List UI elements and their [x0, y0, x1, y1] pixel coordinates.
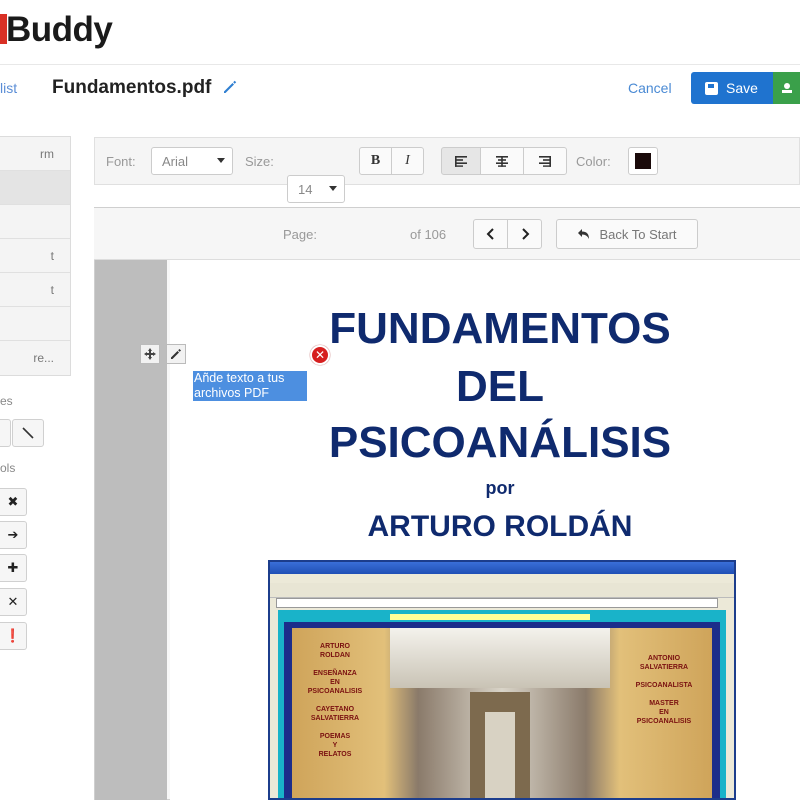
sidebar-item-7[interactable]: re... — [0, 341, 70, 375]
color-swatch — [635, 153, 651, 169]
pencil-icon — [171, 349, 181, 359]
help-icon: ❗ — [4, 628, 22, 643]
align-center-button[interactable] — [480, 147, 524, 175]
sidebar-item-6[interactable] — [0, 307, 70, 341]
sidebar-section-label-1: es — [0, 394, 13, 408]
chevron-right-icon — [521, 228, 529, 240]
sidebar-item-3[interactable] — [0, 205, 70, 239]
size-label: Size: — [245, 154, 274, 169]
image-right-sign: ANTONIO SALVATIERRA PSICOANALISTA MASTER… — [635, 655, 693, 725]
font-select[interactable]: Arial — [151, 147, 233, 175]
save-icon — [705, 81, 718, 95]
remove-tool-button[interactable]: ✕ — [0, 588, 27, 616]
doc-title-line-3: PSICOANÁLISIS — [328, 418, 672, 467]
logo: Buddy — [6, 10, 113, 49]
tool-button-left[interactable] — [0, 419, 11, 447]
image-site-banner — [390, 614, 590, 620]
page-label: Page: — [283, 227, 317, 242]
doc-embedded-image: ARTURO ROLDAN ENSEÑANZA EN PSICOANALISIS… — [268, 560, 736, 800]
move-icon: ✚ — [7, 560, 19, 575]
download-button[interactable] — [773, 72, 800, 104]
download-icon — [781, 83, 792, 93]
header-divider — [0, 64, 800, 65]
align-right-button[interactable] — [523, 147, 567, 175]
move-icon — [144, 348, 156, 360]
doc-title-line-1: FUNDAMENTOS — [329, 304, 671, 353]
doc-author: ARTURO ROLDÁN — [367, 510, 633, 543]
undo-arrow-icon — [578, 229, 590, 239]
rename-pencil-icon[interactable] — [222, 79, 238, 95]
chevron-down-icon — [217, 158, 225, 163]
italic-button[interactable]: I — [391, 147, 424, 175]
move-annotation-handle[interactable] — [140, 344, 160, 364]
next-page-button[interactable] — [507, 219, 542, 249]
prev-page-button[interactable] — [473, 219, 508, 249]
align-right-icon — [539, 156, 551, 167]
doc-por: por — [485, 478, 515, 498]
bold-button[interactable]: B — [359, 147, 392, 175]
doc-title-line-2: DEL — [456, 362, 544, 411]
image-window-menu — [270, 574, 734, 583]
align-left-button[interactable] — [441, 147, 481, 175]
save-label: Save — [726, 80, 758, 96]
edit-annotation-handle[interactable] — [166, 344, 186, 364]
page-gutter — [95, 260, 167, 800]
back-to-start-button[interactable]: Back To Start — [556, 219, 698, 249]
delete-icon: ✖ — [7, 494, 19, 509]
close-annotation-icon[interactable]: ✕ — [310, 345, 330, 365]
align-left-icon — [455, 156, 467, 167]
line-tool-icon — [22, 427, 34, 439]
file-title: Fundamentos.pdf — [52, 77, 212, 98]
sidebar-item-5[interactable]: t — [0, 273, 70, 307]
image-window-address — [276, 598, 718, 608]
help-tool-button[interactable]: ❗ — [0, 622, 27, 650]
color-label: Color: — [576, 154, 611, 169]
image-window-toolbar — [270, 583, 734, 598]
size-select[interactable]: 14 — [287, 175, 345, 203]
back-to-list-link[interactable]: list — [0, 80, 17, 96]
page-count: of 106 — [410, 227, 447, 242]
text-annotation[interactable]: Añde texto a tus archivos PDF — [193, 371, 307, 401]
next-tool-button[interactable]: ➔ — [0, 521, 27, 549]
remove-icon: ✕ — [7, 594, 19, 609]
sidebar-item-2[interactable] — [0, 171, 70, 205]
sidebar-item-4[interactable]: t — [0, 239, 70, 273]
cancel-link[interactable]: Cancel — [628, 80, 672, 96]
move-tool-button[interactable]: ✚ — [0, 554, 27, 582]
sidebar-menu: rm t t re... — [0, 136, 71, 376]
sidebar-item-1[interactable]: rm — [0, 137, 70, 171]
arrow-right-icon: ➔ — [7, 527, 19, 542]
line-tool-button[interactable] — [12, 419, 44, 447]
delete-tool-button[interactable]: ✖ — [0, 488, 27, 516]
chevron-down-icon — [329, 186, 337, 191]
image-hallway-ceiling — [390, 628, 610, 688]
chevron-left-icon — [486, 228, 494, 240]
align-center-icon — [496, 156, 508, 167]
image-window-titlebar — [270, 562, 734, 574]
image-left-sign: ARTURO ROLDAN ENSEÑANZA EN PSICOANALISIS… — [307, 643, 363, 758]
sidebar-section-label-2: ols — [0, 461, 16, 475]
save-button[interactable]: Save — [691, 72, 773, 104]
image-hallway-door-light — [485, 712, 515, 798]
color-picker[interactable] — [628, 147, 658, 175]
font-label: Font: — [106, 154, 136, 169]
